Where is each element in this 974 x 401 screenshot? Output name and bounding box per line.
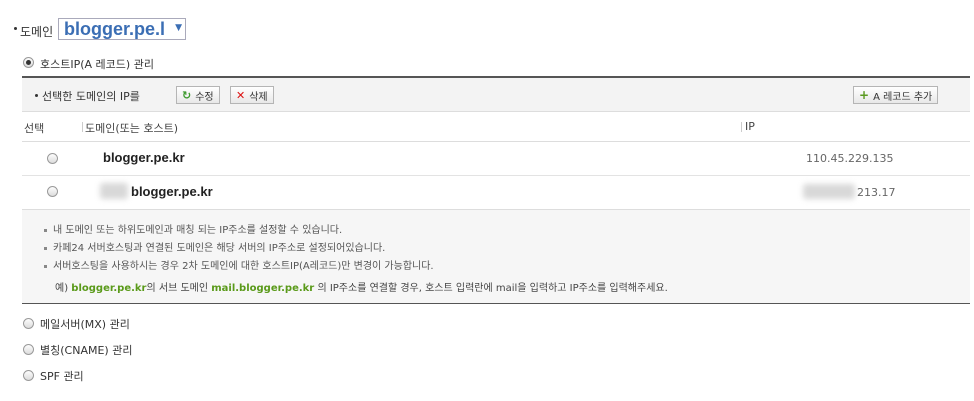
- host-ip-radio[interactable]: [23, 57, 34, 68]
- column-header-host: 도메인(또는 호스트): [85, 122, 179, 135]
- column-divider: [82, 122, 83, 132]
- help-note: 카페24 서버호스팅과 연결된 도메인은 해당 서버의 IP주소로 설정되어있습…: [44, 239, 385, 254]
- example-subdomain: mail.blogger.pe.kr: [211, 283, 315, 294]
- domain-select-value: blogger.pe.l: [64, 18, 166, 39]
- edit-button-label: 수정: [195, 91, 214, 103]
- add-a-record-button[interactable]: + A 레코드 추가: [853, 86, 939, 104]
- row-ip: 110.45.229.135: [806, 152, 894, 165]
- panel-bottom-border: [22, 303, 970, 304]
- row-ip: 213.17: [857, 186, 896, 199]
- column-header-select: 선택: [24, 122, 45, 135]
- column-divider: [741, 122, 742, 132]
- close-icon: ✕: [236, 88, 246, 102]
- delete-button-label: 삭제: [249, 91, 268, 103]
- panel-header: [22, 78, 970, 112]
- bullet: [35, 94, 38, 97]
- cname-radio-label: 별칭(CNAME) 관리: [40, 344, 133, 357]
- example-text: 예) blogger.pe.kr의 서브 도메인 mail.blogger.pe…: [55, 283, 668, 294]
- row-select-radio[interactable]: [47, 153, 58, 164]
- mx-radio[interactable]: [23, 318, 34, 329]
- host-ip-radio-label: 호스트IP(A 레코드) 관리: [40, 58, 154, 71]
- help-note: 서버호스팅을 사용하시는 경우 2차 도메인에 대한 호스트IP(A레코드)만 …: [44, 257, 434, 272]
- chevron-down-icon: ▼: [175, 23, 182, 33]
- row-divider: [22, 175, 970, 176]
- spf-radio[interactable]: [23, 370, 34, 381]
- redacted-prefix: [100, 183, 128, 199]
- help-note: 내 도메인 또는 하위도메인과 매칭 되는 IP주소를 설정할 수 있습니다.: [44, 221, 342, 236]
- bullet: [14, 27, 17, 30]
- example-domain: blogger.pe.kr: [71, 283, 147, 294]
- help-notes: 내 도메인 또는 하위도메인과 매칭 되는 IP주소를 설정할 수 있습니다. …: [22, 209, 970, 304]
- redacted-ip-prefix: [803, 184, 855, 199]
- mx-radio-label: 메일서버(MX) 관리: [40, 318, 130, 331]
- domain-select[interactable]: blogger.pe.l ▼: [58, 18, 186, 40]
- edit-button[interactable]: ↻ 수정: [176, 86, 220, 104]
- table-header-line: [22, 141, 970, 142]
- row-host: blogger.pe.kr: [131, 184, 213, 199]
- delete-button[interactable]: ✕ 삭제: [230, 86, 274, 104]
- refresh-icon: ↻: [182, 88, 192, 102]
- add-a-record-label: A 레코드 추가: [873, 91, 933, 103]
- cname-radio[interactable]: [23, 344, 34, 355]
- domain-label: 도메인: [20, 25, 54, 39]
- row-host: blogger.pe.kr: [103, 150, 185, 165]
- plus-icon: +: [859, 88, 870, 102]
- column-header-ip: IP: [745, 120, 755, 133]
- row-select-radio[interactable]: [47, 186, 58, 197]
- spf-radio-label: SPF 관리: [40, 370, 84, 383]
- panel-title: 선택한 도메인의 IP를: [42, 90, 140, 103]
